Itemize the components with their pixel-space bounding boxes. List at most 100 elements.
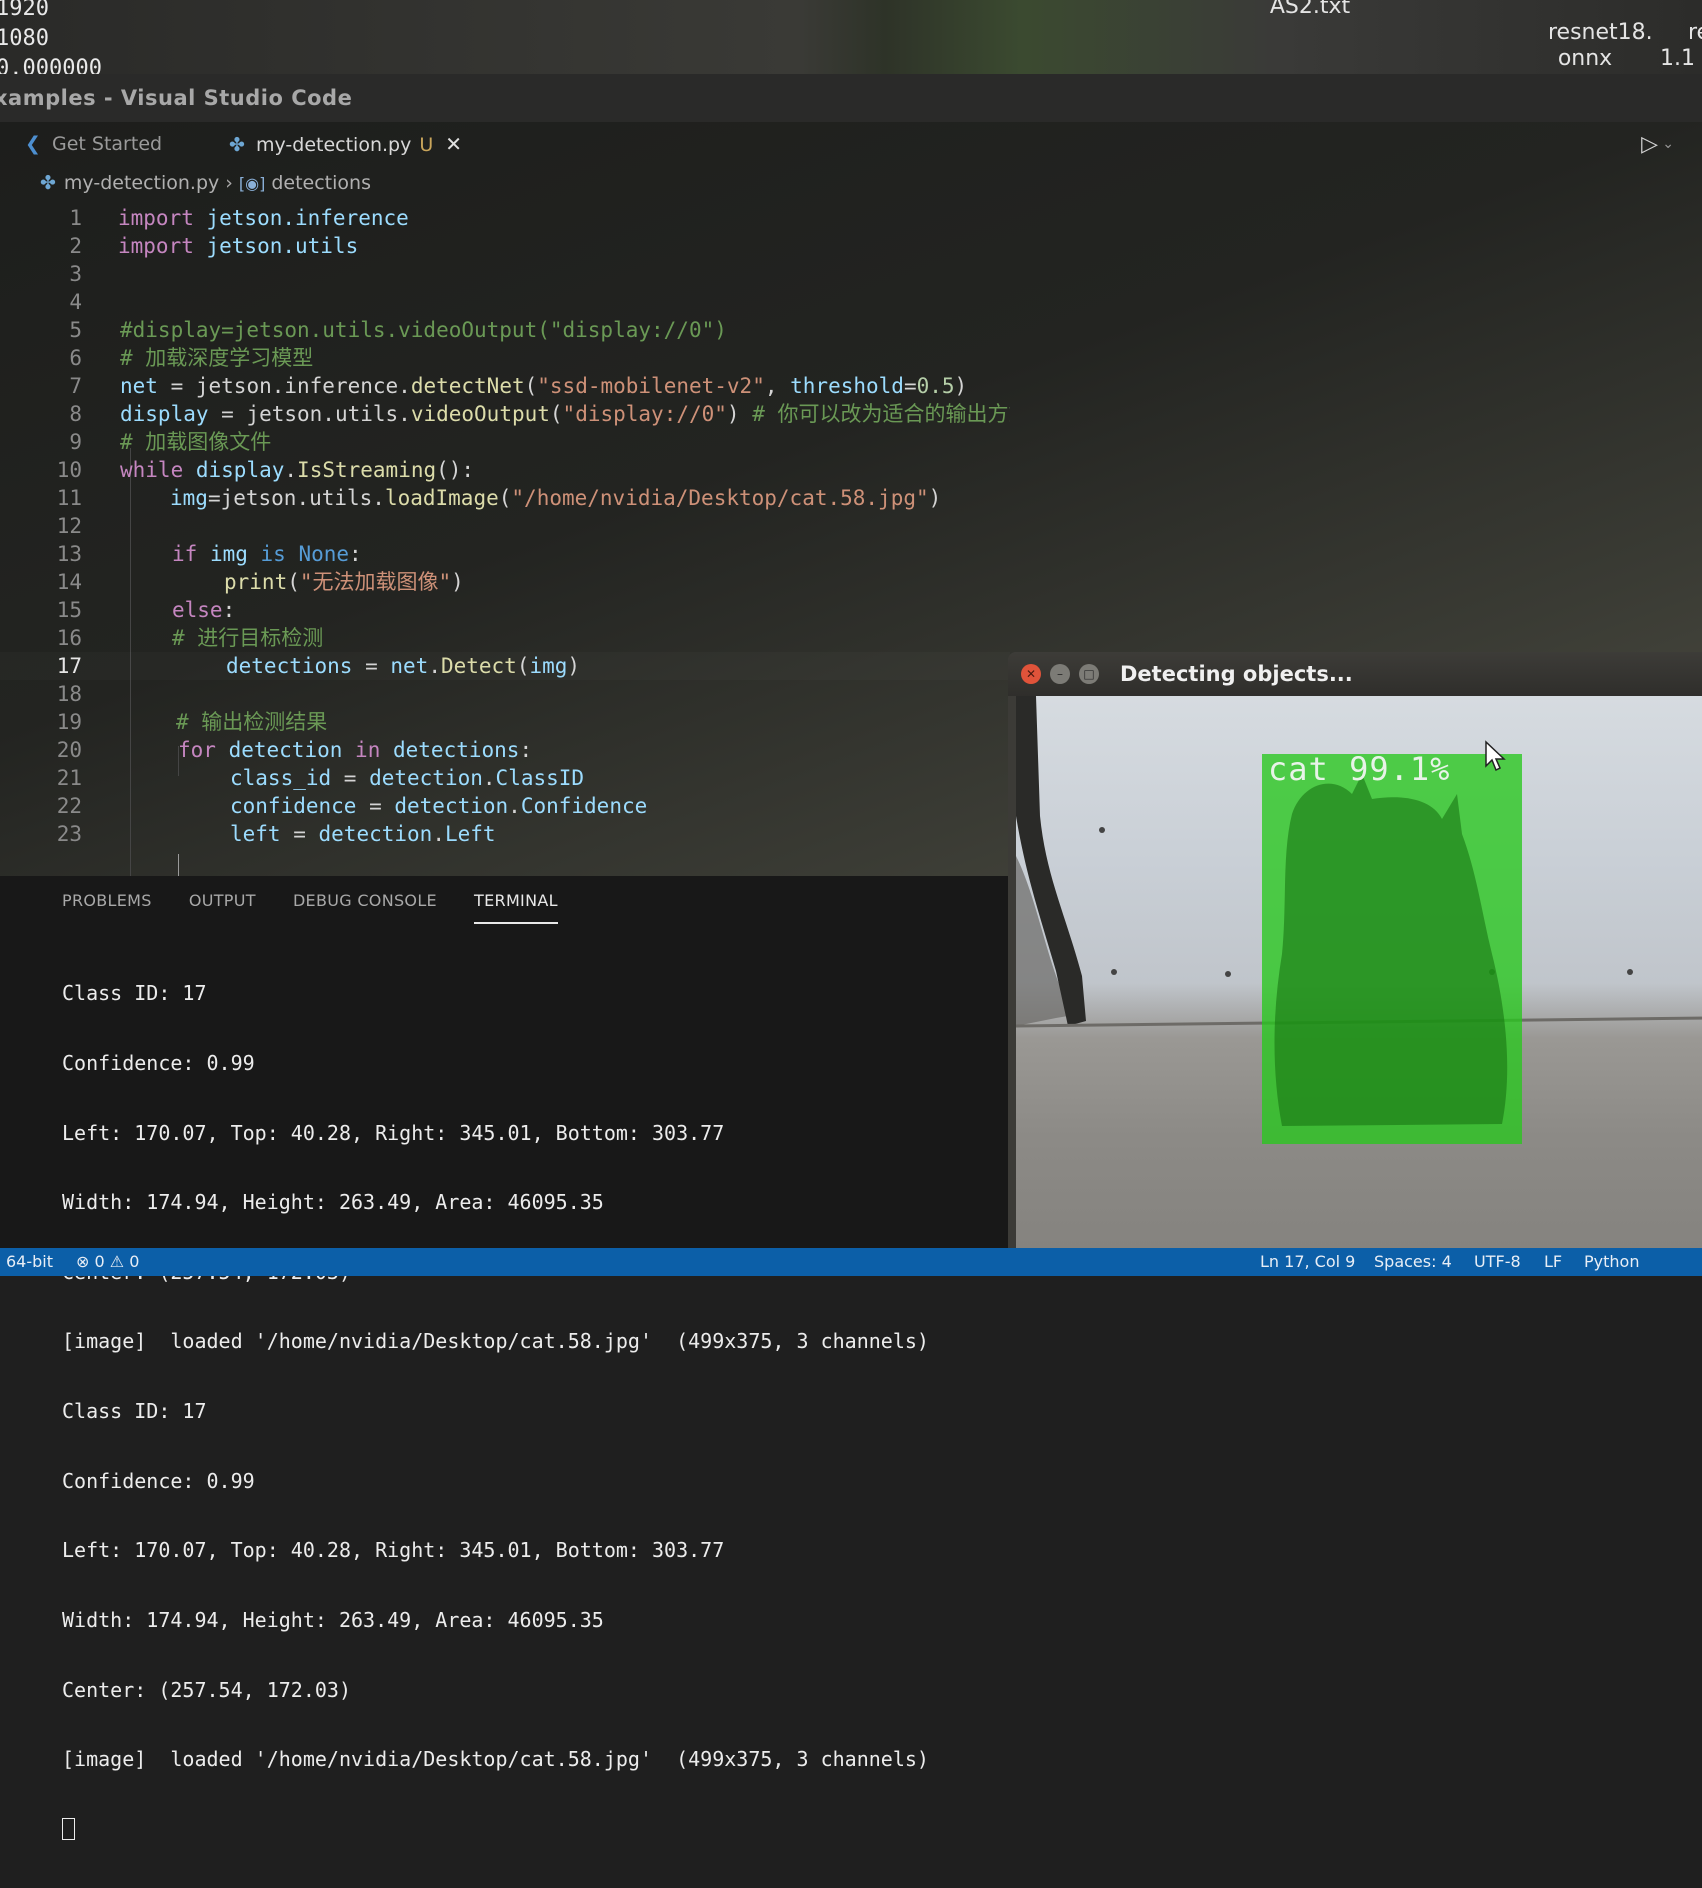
- code-token: (: [524, 374, 538, 398]
- code-token: detections: [226, 654, 353, 678]
- tab-my-detection[interactable]: ✤ my-detection.py U ✕: [226, 128, 462, 160]
- breadcrumb-symbol[interactable]: detections: [271, 172, 371, 194]
- code-line: 4: [0, 288, 1010, 316]
- code-token: img: [197, 542, 261, 566]
- tab-terminal[interactable]: TERMINAL: [474, 886, 558, 924]
- desktop-value: 1920: [0, 0, 49, 21]
- code-token: ): [567, 654, 581, 678]
- code-token: print: [224, 570, 288, 594]
- window-title-bar: xamples - Visual Studio Code: [0, 74, 1702, 122]
- code-token: ): [954, 374, 968, 398]
- line-number: 5: [69, 318, 82, 342]
- code-token: "/home/nvidia/Desktop/cat.58.jpg": [511, 486, 929, 510]
- status-architecture[interactable]: 64-bit: [6, 1248, 53, 1276]
- code-token: confidence: [230, 794, 357, 818]
- code-token: img: [170, 486, 208, 510]
- code-token: (: [549, 402, 563, 426]
- code-token: .: [508, 794, 521, 818]
- tab-problems[interactable]: PROBLEMS: [62, 886, 152, 916]
- code-line: 2 import jetson.utils: [0, 232, 1010, 260]
- code-line: 10 while display.IsStreaming():: [0, 456, 1010, 484]
- tab-debug-console[interactable]: DEBUG CONSOLE: [293, 886, 437, 916]
- terminal-line: Left: 170.07, Top: 40.28, Right: 345.01,…: [62, 1120, 725, 1145]
- code-token: display: [195, 458, 285, 482]
- warning-icon: ⚠: [109, 1252, 125, 1271]
- minimize-icon[interactable]: –: [1050, 664, 1070, 684]
- terminal-line: [image] loaded '/home/nvidia/Desktop/cat…: [62, 1329, 929, 1354]
- code-token: IsStreaming: [297, 458, 437, 482]
- play-icon[interactable]: ▷: [1641, 132, 1658, 157]
- desktop-file-as2[interactable]: AS2.txt: [1250, 0, 1370, 20]
- code-line: 7 net = jetson.inference.detectNet("ssd-m…: [0, 372, 1010, 400]
- status-warning-count: 0: [129, 1252, 140, 1271]
- detection-label: cat 99.1%: [1268, 750, 1451, 788]
- code-token: None: [298, 542, 350, 566]
- status-indentation[interactable]: Spaces: 4: [1374, 1248, 1452, 1276]
- code-line: 20 for detection in detections:: [0, 736, 1010, 764]
- status-encoding[interactable]: UTF-8: [1474, 1248, 1521, 1276]
- terminal-output[interactable]: Class ID: 17 Confidence: 0.99 Left: 170.…: [62, 936, 1002, 1888]
- status-problems[interactable]: ⊗ 0 ⚠ 0: [76, 1248, 139, 1276]
- code-token: ): [928, 486, 942, 510]
- desktop-file-label: AS2.txt: [1269, 0, 1351, 19]
- code-token: Confidence: [520, 794, 648, 818]
- code-line: 16 # 进行目标检测: [0, 624, 1010, 652]
- desktop-values: 1920 1080 0.000000: [0, 0, 102, 84]
- code-token: ,: [764, 374, 791, 398]
- line-number: 10: [56, 458, 82, 482]
- desktop-background: 1920 1080 0.000000 AS2.txt resnet18. onn…: [0, 0, 1702, 81]
- code-token: Detect: [440, 654, 517, 678]
- code-line: 14 print("无法加载图像"): [0, 568, 1010, 596]
- code-token: =: [331, 766, 370, 790]
- terminal-prompt[interactable]: [62, 1817, 1002, 1842]
- tab-untracked-badge: U: [419, 134, 434, 156]
- code-token: detection: [369, 766, 483, 790]
- code-comment: # 进行目标检测: [172, 626, 324, 650]
- code-token: detection: [228, 738, 343, 762]
- close-icon[interactable]: ✕: [445, 132, 462, 156]
- code-token: videoOutput: [410, 402, 550, 426]
- python-file-icon: ✤: [40, 172, 56, 194]
- code-token: (: [516, 654, 530, 678]
- terminal-line: Left: 170.07, Top: 40.28, Right: 345.01,…: [62, 1538, 725, 1563]
- code-token: Left: [444, 822, 496, 846]
- line-number: 18: [56, 682, 82, 706]
- status-cursor-position[interactable]: Ln 17, Col 9: [1260, 1248, 1355, 1276]
- terminal-line: [image] loaded '/home/nvidia/Desktop/cat…: [62, 1747, 929, 1772]
- code-comment: # 输出检测结果: [176, 710, 328, 734]
- code-token: :: [349, 542, 362, 566]
- code-token: = jetson.utils.: [208, 402, 411, 426]
- code-token: ClassID: [495, 766, 585, 790]
- line-number: 2: [69, 234, 82, 258]
- line-number: 8: [69, 402, 82, 426]
- status-language[interactable]: Python: [1584, 1248, 1639, 1276]
- status-eol[interactable]: LF: [1544, 1248, 1562, 1276]
- line-number: 1: [69, 206, 82, 230]
- code-token: import: [118, 206, 194, 230]
- detection-window-titlebar[interactable]: ✕ – □ Detecting objects...: [1008, 652, 1702, 696]
- line-number: 9: [69, 430, 82, 454]
- line-number: 12: [56, 514, 82, 538]
- code-token: left: [230, 822, 281, 846]
- tab-output[interactable]: OUTPUT: [189, 886, 256, 916]
- code-token: for: [178, 738, 216, 762]
- code-line: 13 if img is None:: [0, 540, 1010, 568]
- close-icon[interactable]: ✕: [1021, 664, 1041, 684]
- code-line-active: 17 detections = net.Detect(img): [0, 652, 1010, 680]
- code-line: 9 # 加载图像文件: [0, 428, 1010, 456]
- terminal-line: Width: 174.94, Height: 263.49, Area: 460…: [62, 1190, 604, 1215]
- detection-window[interactable]: ✕ – □ Detecting objects... cat 99.1%: [1008, 652, 1702, 1248]
- line-number: 6: [69, 346, 82, 370]
- code-line: 6 # 加载深度学习模型: [0, 344, 1010, 372]
- code-token: in: [355, 738, 381, 762]
- chevron-down-icon[interactable]: ⌄: [1662, 136, 1674, 152]
- desktop-file-label: re 1.1: [1660, 20, 1702, 71]
- code-line: 1 import jetson.inference: [0, 204, 1010, 232]
- tab-get-started[interactable]: ❮ Get Started: [22, 128, 162, 160]
- code-token: "display://0": [562, 402, 727, 426]
- code-token: while: [120, 458, 184, 482]
- breadcrumb-file[interactable]: my-detection.py: [64, 172, 219, 194]
- maximize-icon[interactable]: □: [1079, 664, 1099, 684]
